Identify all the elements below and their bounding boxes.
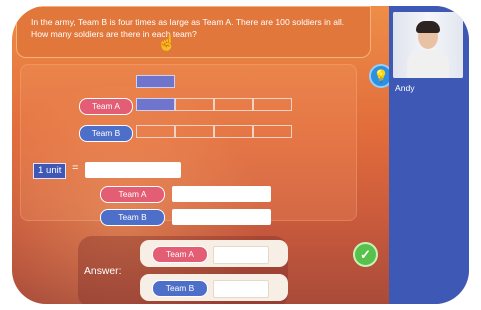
team-b-unit-4[interactable]: [253, 125, 292, 138]
answer-team-a-input[interactable]: [213, 246, 269, 264]
equals-sign: =: [72, 162, 79, 174]
team-a-equation-label: Team A: [100, 186, 165, 203]
app-frame: In the army, Team B is four times as lar…: [12, 6, 469, 304]
team-b-unit-3[interactable]: [214, 125, 253, 138]
answer-team-b-input[interactable]: [213, 280, 269, 298]
team-a-equation-input[interactable]: [172, 186, 271, 202]
participants-panel: Andy: [389, 6, 469, 304]
team-a-label: Team A: [79, 98, 133, 115]
team-b-unit-1[interactable]: [136, 125, 175, 138]
answer-team-a-label: Team A: [152, 246, 208, 263]
participant-name: Andy: [395, 83, 415, 93]
team-b-label: Team B: [79, 125, 133, 142]
team-b-unit-2[interactable]: [175, 125, 214, 138]
answer-team-b-label: Team B: [152, 280, 208, 297]
unit-label: 1 unit: [33, 163, 67, 179]
team-b-equation-input[interactable]: [172, 209, 271, 225]
team-a-unit-1[interactable]: [136, 98, 175, 111]
question-box: In the army, Team B is four times as lar…: [16, 6, 371, 58]
checkmark-icon: ✓: [360, 247, 371, 262]
avatar-hair: [416, 21, 440, 33]
avatar-body: [407, 50, 449, 78]
team-a-unit-2[interactable]: [175, 98, 214, 111]
question-text: In the army, Team B is four times as lar…: [31, 17, 345, 39]
answer-label: Answer:: [84, 266, 122, 277]
lightbulb-icon: 💡: [373, 69, 389, 83]
team-a-unit-3[interactable]: [214, 98, 253, 111]
unit-box-reference: [136, 75, 175, 88]
pointer-hand-icon: ☝: [157, 35, 177, 52]
team-b-equation-label: Team B: [100, 209, 165, 226]
lesson-area: In the army, Team B is four times as lar…: [12, 6, 393, 304]
check-answer-button[interactable]: ✓: [353, 242, 378, 267]
video-tile-andy[interactable]: [393, 12, 463, 78]
team-a-unit-4[interactable]: [253, 98, 292, 111]
unit-value-input[interactable]: [85, 162, 181, 178]
